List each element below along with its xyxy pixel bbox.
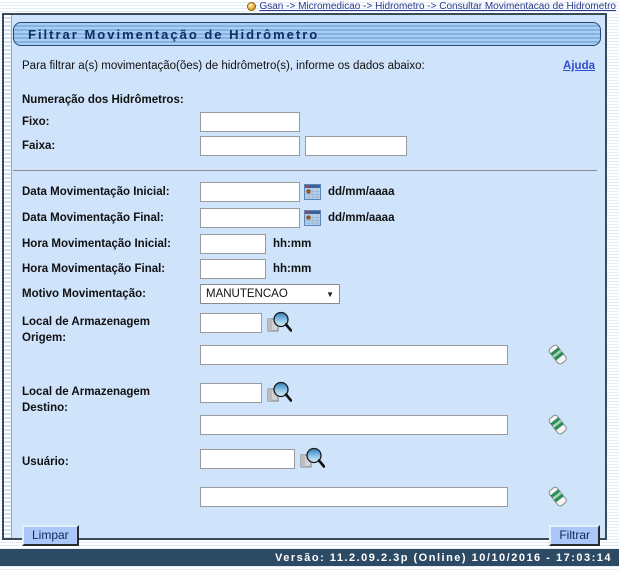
- breadcrumb-links[interactable]: Gsan -> Micromedicao -> Hidrometro -> Co…: [259, 1, 616, 12]
- fixo-input[interactable]: [200, 112, 300, 132]
- usuario-label: Usuário:: [22, 446, 200, 470]
- version-text: Versão: 11.2.09.2.3p (Online) 10/10/2016…: [275, 552, 612, 564]
- page-title: Filtrar Movimentação de Hidrômetro: [28, 27, 319, 42]
- breadcrumb: Gsan -> Micromedicao -> Hidrometro -> Co…: [0, 0, 619, 13]
- data-final-format: dd/mm/aaaa: [328, 212, 394, 224]
- local-destino-code-input[interactable]: [200, 383, 262, 403]
- search-icon[interactable]: [265, 380, 292, 406]
- hora-final-input[interactable]: [200, 259, 266, 279]
- filtrar-button[interactable]: Filtrar: [549, 525, 600, 546]
- data-final-input[interactable]: [200, 208, 300, 228]
- search-icon[interactable]: [265, 310, 292, 336]
- section-divider: [13, 170, 597, 171]
- local-destino-descricao-field: [200, 415, 508, 435]
- local-origem-descricao-field: [200, 345, 508, 365]
- faixa-label: Faixa:: [22, 140, 200, 152]
- gsan-ball-icon: [247, 2, 256, 11]
- eraser-icon[interactable]: [546, 412, 570, 438]
- search-icon[interactable]: [298, 446, 325, 472]
- motivo-label: Motivo Movimentação:: [22, 288, 200, 300]
- usuario-code-input[interactable]: [200, 449, 295, 469]
- motivo-selected-value: MANUTENCAO: [206, 288, 288, 300]
- faixa-from-input[interactable]: [200, 136, 300, 156]
- calendar-icon[interactable]: [304, 184, 321, 200]
- data-final-label: Data Movimentação Final:: [22, 212, 200, 224]
- hora-inicial-label: Hora Movimentação Inicial:: [22, 238, 200, 250]
- data-inicial-format: dd/mm/aaaa: [328, 186, 394, 198]
- hora-inicial-input[interactable]: [200, 234, 266, 254]
- data-inicial-label: Data Movimentação Inicial:: [22, 186, 200, 198]
- filter-window: Filtrar Movimentação de Hidrômetro Para …: [2, 13, 607, 540]
- intro-text: Para filtrar a(s) movimentação(ões) de h…: [22, 60, 425, 72]
- chevron-down-icon: ▼: [326, 290, 334, 299]
- form-content: Filtrar Movimentação de Hidrômetro Para …: [12, 15, 605, 538]
- help-link[interactable]: Ajuda: [563, 60, 595, 72]
- left-stripe-decoration: [4, 15, 12, 538]
- section-numeracao-title: Numeração dos Hidrômetros:: [13, 94, 601, 106]
- calendar-icon[interactable]: [304, 210, 321, 226]
- hora-inicial-format: hh:mm: [273, 238, 311, 250]
- page-title-bar: Filtrar Movimentação de Hidrômetro: [13, 22, 601, 46]
- limpar-button[interactable]: Limpar: [22, 525, 79, 546]
- usuario-descricao-field: [200, 487, 508, 507]
- motivo-select[interactable]: MANUTENCAO ▼: [200, 284, 340, 304]
- version-footer-bar: Versão: 11.2.09.2.3p (Online) 10/10/2016…: [0, 549, 619, 566]
- eraser-icon[interactable]: [546, 484, 570, 510]
- local-origem-code-input[interactable]: [200, 313, 262, 333]
- hora-final-format: hh:mm: [273, 263, 311, 275]
- fixo-label: Fixo:: [22, 116, 200, 128]
- hora-final-label: Hora Movimentação Final:: [22, 263, 200, 275]
- local-destino-label: Local de Armazenagem Destino:: [22, 380, 200, 416]
- eraser-icon[interactable]: [546, 342, 570, 368]
- faixa-to-input[interactable]: [305, 136, 407, 156]
- data-inicial-input[interactable]: [200, 182, 300, 202]
- local-origem-label: Local de Armazenagem Origem:: [22, 310, 200, 346]
